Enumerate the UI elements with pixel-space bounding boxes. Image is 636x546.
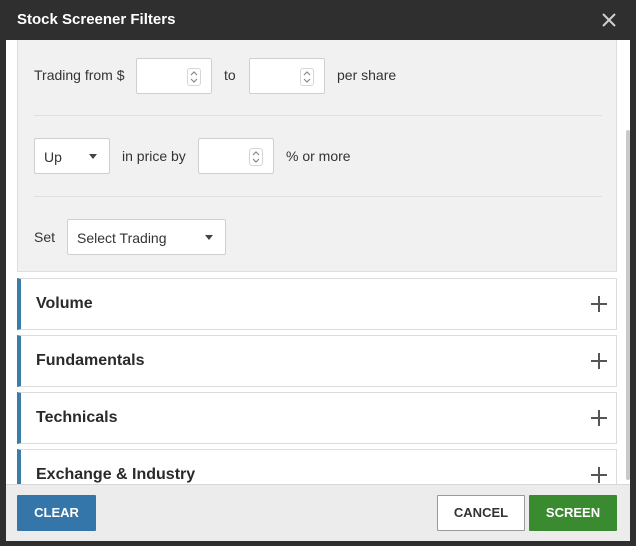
percent-change-input[interactable]: [198, 138, 274, 174]
section-label: Technicals: [36, 409, 118, 426]
divider: [34, 115, 602, 116]
filters-content: Trading from $ to per share Up in price …: [6, 40, 630, 484]
set-trading-select-value: Select Trading: [77, 230, 167, 246]
section-volume[interactable]: Volume: [17, 278, 617, 330]
cancel-button[interactable]: CANCEL: [437, 495, 525, 531]
dialog-titlebar: Stock Screener Filters: [0, 0, 636, 40]
per-share-label: per share: [337, 67, 397, 83]
caret-down-icon: [205, 235, 213, 240]
scrollbar[interactable]: [626, 130, 630, 480]
expand-plus-icon[interactable]: [591, 410, 607, 426]
section-label: Fundamentals: [36, 352, 145, 369]
spinner-icon[interactable]: [249, 148, 263, 166]
trading-from-label: Trading from $: [34, 67, 125, 83]
to-label: to: [224, 67, 236, 83]
section-exchange-industry[interactable]: Exchange & Industry: [17, 449, 617, 484]
spinner-icon[interactable]: [300, 68, 314, 86]
divider: [34, 196, 602, 197]
set-trading-select[interactable]: Select Trading: [67, 219, 226, 255]
section-label: Volume: [36, 295, 93, 312]
section-fundamentals[interactable]: Fundamentals: [17, 335, 617, 387]
dialog-footer: CLEAR CANCEL SCREEN: [6, 484, 630, 541]
expand-plus-icon[interactable]: [591, 296, 607, 312]
trading-panel: Trading from $ to per share Up in price …: [17, 40, 617, 272]
expand-plus-icon[interactable]: [591, 467, 607, 483]
close-icon[interactable]: [598, 9, 620, 31]
dialog-title: Stock Screener Filters: [17, 11, 176, 28]
percent-suffix-label: % or more: [286, 148, 351, 164]
stock-screener-dialog: Stock Screener Filters Trading from $ to: [0, 0, 636, 546]
caret-down-icon: [89, 154, 97, 159]
clear-button[interactable]: CLEAR: [17, 495, 96, 531]
direction-select-value: Up: [44, 149, 62, 165]
trading-to-input[interactable]: [249, 58, 325, 94]
expand-plus-icon[interactable]: [591, 353, 607, 369]
trading-from-input[interactable]: [136, 58, 212, 94]
section-technicals[interactable]: Technicals: [17, 392, 617, 444]
spinner-icon[interactable]: [187, 68, 201, 86]
in-price-by-label: in price by: [122, 148, 186, 164]
screen-button[interactable]: SCREEN: [529, 495, 617, 531]
direction-select[interactable]: Up: [34, 138, 110, 174]
section-label: Exchange & Industry: [36, 466, 196, 483]
set-label: Set: [34, 229, 56, 245]
